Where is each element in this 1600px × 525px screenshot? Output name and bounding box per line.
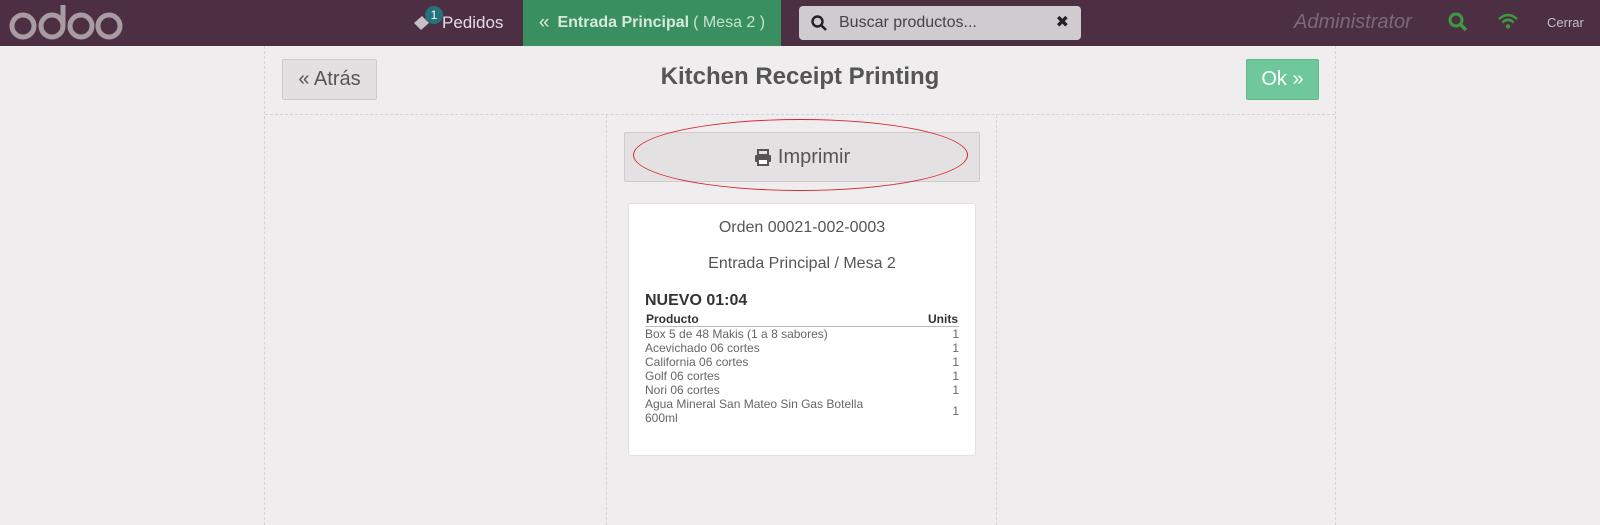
column-divider xyxy=(606,115,607,525)
line-product: Acevichado 06 cortes xyxy=(645,341,760,355)
receipt-line: Acevichado 06 cortes 1 xyxy=(645,341,959,355)
table-info: Entrada Principal / Mesa 2 xyxy=(708,255,896,272)
line-product: Box 5 de 48 Makis (1 a 8 sabores) xyxy=(645,327,828,341)
receipt-line: California 06 cortes 1 xyxy=(645,355,959,369)
line-qty: 1 xyxy=(952,341,959,355)
ticket-icon: 1 xyxy=(412,6,443,34)
wifi-icon xyxy=(1498,13,1518,29)
floor-name: Entrada Principal xyxy=(557,14,690,31)
product-search: ✖ xyxy=(799,6,1081,40)
line-qty: 1 xyxy=(952,327,959,341)
double-chevron-left-icon: « xyxy=(538,12,550,33)
receipt-line: Agua Mineral San Mateo Sin Gas Botella 6… xyxy=(645,397,959,425)
search-icon[interactable] xyxy=(1448,12,1468,32)
orders-label: Pedidos xyxy=(442,13,504,32)
close-button[interactable]: Cerrar xyxy=(1547,15,1584,30)
orders-count-badge: 1 xyxy=(425,6,443,24)
current-table-tab[interactable]: « Entrada Principal ( Mesa 2 ) xyxy=(523,0,781,46)
user-name: Administrator xyxy=(1294,11,1412,33)
search-icon xyxy=(811,15,827,31)
ok-button[interactable]: Ok » xyxy=(1246,59,1319,100)
receipt-line: Golf 06 cortes 1 xyxy=(645,369,959,383)
line-qty: 1 xyxy=(952,383,959,397)
line-product: Golf 06 cortes xyxy=(645,369,720,383)
print-button[interactable]: Imprimir xyxy=(624,132,980,182)
receipt-line: Box 5 de 48 Makis (1 a 8 sabores) 1 xyxy=(645,327,959,341)
top-bar: odoo 1 Pedidos « Entrada Principal ( Mes… xyxy=(0,0,1600,46)
line-product: California 06 cortes xyxy=(645,355,749,369)
line-product: Agua Mineral San Mateo Sin Gas Botella 6… xyxy=(645,397,864,425)
line-qty: 1 xyxy=(952,404,959,418)
table-name: ( Mesa 2 ) xyxy=(693,14,766,31)
orders-button[interactable]: 1 Pedidos xyxy=(412,0,503,46)
odoo-logo: odoo xyxy=(9,5,123,40)
order-status-time: NUEVO 01:04 xyxy=(645,292,748,309)
line-qty: 1 xyxy=(952,355,959,369)
page-title: Kitchen Receipt Printing xyxy=(660,63,940,90)
line-qty: 1 xyxy=(952,369,959,383)
screen-header: « Atrás Kitchen Receipt Printing Ok » xyxy=(265,46,1335,115)
line-product: Nori 06 cortes xyxy=(645,383,720,397)
receipt-header-row: Producto Units xyxy=(645,312,959,327)
print-label: Imprimir xyxy=(777,145,851,168)
clear-search-icon[interactable]: ✖ xyxy=(1056,12,1069,32)
order-number: Orden 00021-002-0003 xyxy=(718,219,886,236)
receipt-line: Nori 06 cortes 1 xyxy=(645,383,959,397)
product-column-header: Producto xyxy=(646,312,699,326)
column-divider xyxy=(996,115,997,525)
printer-icon xyxy=(754,148,771,166)
units-column-header: Units xyxy=(928,312,958,326)
receipt-screen: « Atrás Kitchen Receipt Printing Ok » Im… xyxy=(264,46,1336,525)
search-input[interactable] xyxy=(839,14,1039,32)
kitchen-receipt: Orden 00021-002-0003 Entrada Principal /… xyxy=(628,203,976,456)
